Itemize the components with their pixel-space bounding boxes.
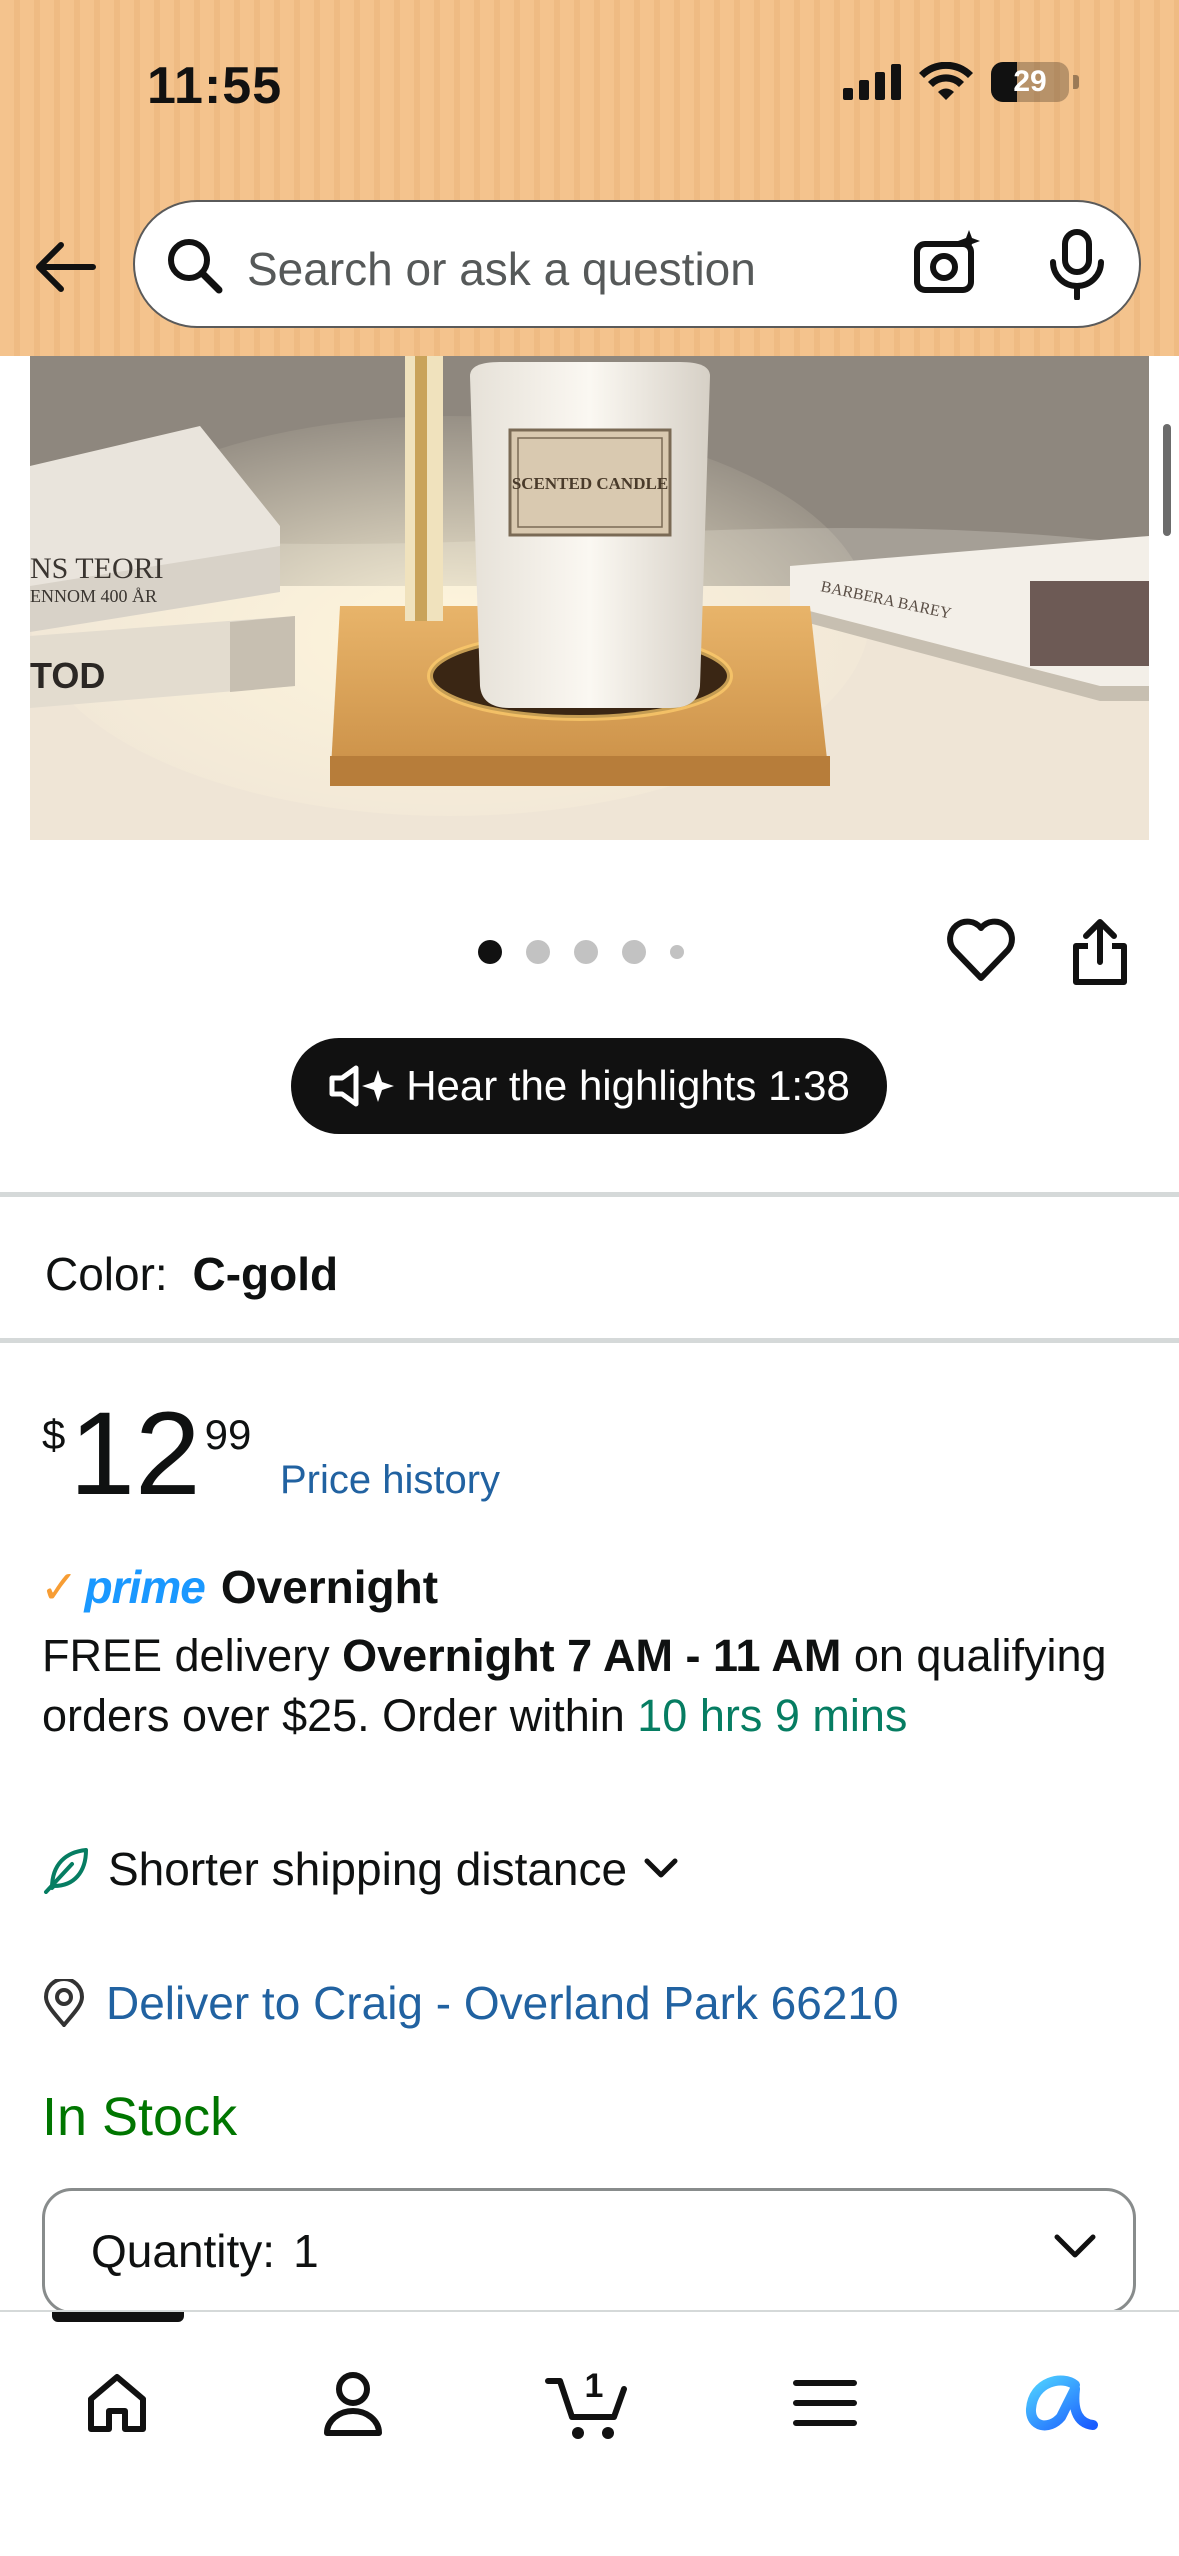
product-price: $ 12 99 [42, 1395, 251, 1513]
cellular-signal-icon [843, 64, 901, 100]
book-subtitle-text: ENNOM 400 ÅR [30, 586, 157, 606]
hear-highlights-button[interactable]: Hear the highlights 1:38 [291, 1038, 887, 1134]
price-history-link[interactable]: Price history [280, 1458, 500, 1503]
nav-account[interactable] [308, 2358, 398, 2448]
price-currency: $ [42, 1411, 66, 1458]
prime-speed: Overnight [220, 1561, 439, 1613]
prime-logo: prime [84, 1561, 206, 1613]
back-arrow-icon [36, 242, 96, 292]
order-countdown: 10 hrs 9 mins [637, 1690, 908, 1741]
microphone-icon[interactable] [1045, 228, 1109, 300]
battery-tip [1073, 75, 1079, 89]
prime-check-icon: ✓ [40, 1561, 79, 1613]
search-bar[interactable]: Search or ask a question [133, 200, 1141, 328]
deliver-to-text: Deliver to Craig - Overland Park 66210 [106, 1977, 899, 2029]
bottom-navigation: 1 [0, 2310, 1179, 2556]
price-whole: 12 [69, 1388, 201, 1520]
nav-rufus-assistant[interactable] [1016, 2358, 1106, 2448]
section-divider [0, 1192, 1179, 1197]
carousel-dot[interactable] [670, 945, 684, 959]
heart-icon [947, 918, 1015, 981]
color-value: C-gold [192, 1248, 339, 1300]
carousel-dot[interactable] [478, 940, 502, 964]
delivery-prefix: FREE delivery [42, 1630, 343, 1681]
nav-cart[interactable]: 1 [542, 2358, 632, 2448]
deliver-to-link[interactable]: Deliver to Craig - Overland Park 66210 [42, 1976, 899, 2030]
cart-count: 1 [585, 2367, 604, 2405]
camera-search-icon[interactable] [911, 228, 983, 300]
status-time: 11:55 [147, 57, 283, 115]
active-tab-indicator [52, 2312, 184, 2322]
status-icons: 29 [843, 62, 1079, 102]
quantity-dropdown[interactable]: Quantity: 1 [42, 2188, 1136, 2314]
carousel-dot[interactable] [574, 940, 598, 964]
search-icon [168, 239, 223, 294]
shipping-distance-label: Shorter shipping distance [108, 1843, 628, 1895]
carousel-dot[interactable] [526, 940, 550, 964]
back-button[interactable] [30, 232, 100, 302]
book-spine-text: TOD [30, 655, 105, 696]
stock-status: In Stock [42, 2087, 238, 2147]
prime-badge: ✓ prime Overnight [40, 1560, 438, 1614]
delivery-message: FREE delivery Overnight 7 AM - 11 AM on … [42, 1626, 1132, 1746]
shipping-distance-toggle[interactable]: Shorter shipping distance [42, 1842, 679, 1896]
candle-label-text: SCENTED CANDLE [512, 474, 668, 493]
rufus-assistant-icon [1026, 2375, 1098, 2431]
quantity-value: 1 [293, 2225, 319, 2277]
wishlist-button[interactable] [946, 918, 1016, 987]
color-label: Color: [45, 1248, 168, 1300]
product-image[interactable]: NS TEORI ENNOM 400 ÅR TOD BARBERA BAREY … [30, 356, 1149, 840]
battery-level: 29 [1013, 65, 1047, 98]
image-carousel-dots[interactable] [478, 940, 684, 964]
share-icon [1073, 919, 1127, 985]
menu-icon [793, 2380, 857, 2426]
share-button[interactable] [1068, 916, 1132, 991]
app-header: 11:55 29 Search or ask a question [0, 0, 1179, 356]
candle-warmer-photo: NS TEORI ENNOM 400 ÅR TOD BARBERA BAREY … [30, 356, 1149, 840]
hear-highlights-label: Hear the highlights 1:38 [406, 1062, 850, 1109]
nav-menu[interactable] [780, 2358, 870, 2448]
chevron-down-icon [644, 1858, 678, 1878]
carousel-dot[interactable] [622, 940, 646, 964]
quantity-label: Quantity: [91, 2225, 276, 2277]
search-input[interactable]: Search or ask a question [247, 242, 756, 296]
battery-icon: 29 [991, 62, 1069, 102]
section-divider [0, 1338, 1179, 1343]
color-selection: Color: C-gold [45, 1247, 338, 1301]
speaker-sparkle-icon [329, 1065, 395, 1107]
nav-home[interactable] [72, 2358, 162, 2448]
location-pin-icon [43, 1979, 85, 2027]
delivery-window: Overnight 7 AM - 11 AM [342, 1630, 842, 1681]
cart-icon: 1 [545, 2367, 627, 2439]
page-scrollbar[interactable] [1163, 424, 1171, 536]
leaf-icon [44, 1848, 88, 1894]
chevron-down-icon [1054, 2234, 1096, 2258]
wifi-icon [919, 62, 973, 100]
book-title-text: NS TEORI [30, 552, 164, 585]
home-icon [88, 2374, 146, 2432]
user-icon [324, 2372, 382, 2436]
price-fraction: 99 [204, 1411, 252, 1458]
